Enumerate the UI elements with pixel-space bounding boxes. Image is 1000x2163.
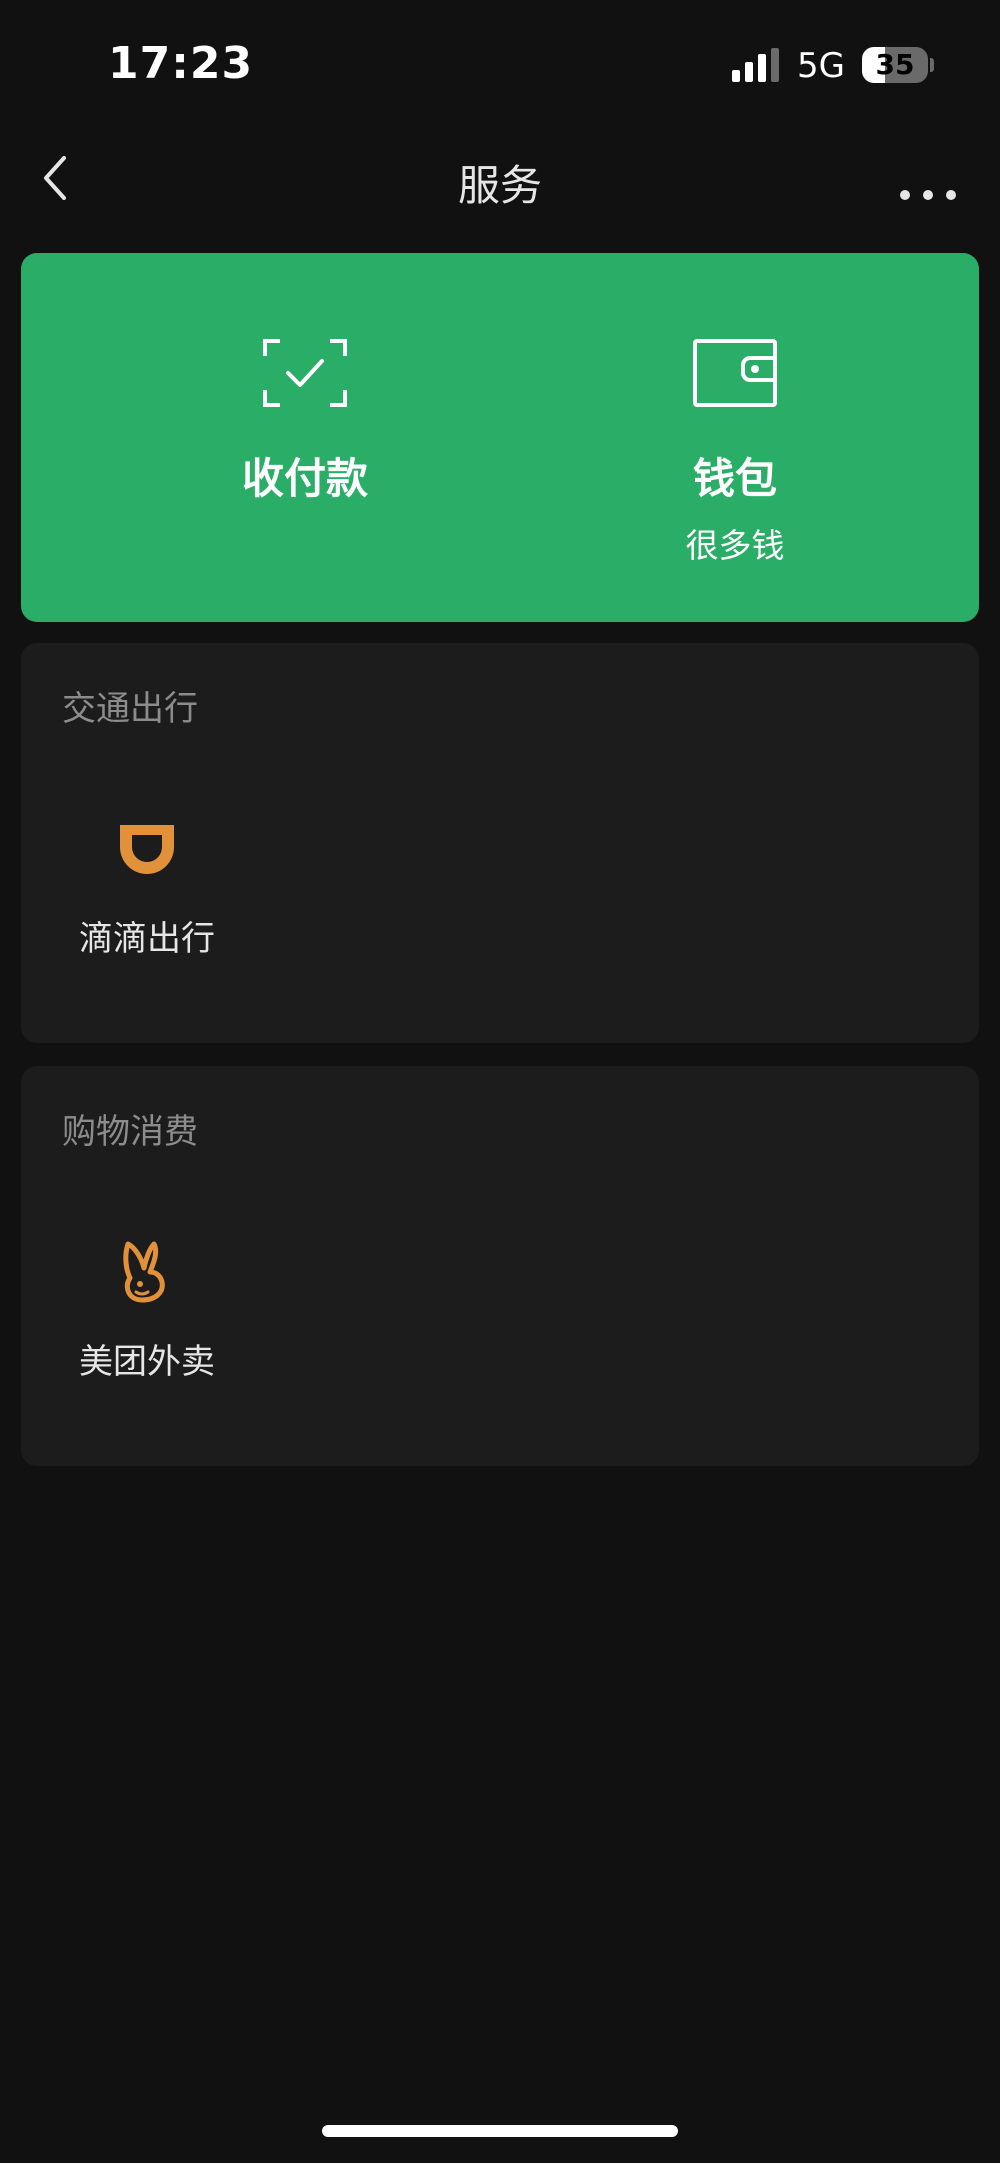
scan-check-icon bbox=[263, 339, 347, 407]
service-label: 滴滴出行 bbox=[79, 919, 215, 959]
page-title: 服务 bbox=[457, 161, 542, 210]
more-button[interactable] bbox=[895, 148, 961, 208]
back-button[interactable] bbox=[30, 148, 90, 208]
service-label: 美团外卖 bbox=[79, 1342, 215, 1382]
wallet-icon bbox=[693, 339, 777, 407]
home-indicator[interactable] bbox=[322, 2125, 678, 2137]
battery-percent: 35 bbox=[875, 48, 915, 81]
receive-payment-label: 收付款 bbox=[241, 454, 368, 503]
section-title: 购物消费 bbox=[62, 1112, 198, 1152]
service-meituan[interactable]: 美团外卖 bbox=[62, 1216, 232, 1406]
service-didi[interactable]: 滴滴出行 bbox=[62, 793, 232, 983]
signal-strength-icon bbox=[730, 48, 782, 84]
wallet-button[interactable]: 钱包 很多钱 bbox=[585, 253, 885, 622]
network-type: 5G bbox=[797, 46, 845, 86]
section-title: 交通出行 bbox=[62, 689, 198, 729]
nav-bar: 服务 bbox=[0, 130, 1000, 226]
more-dots-icon bbox=[900, 190, 956, 200]
chevron-left-icon bbox=[44, 156, 66, 200]
section-shopping: 购物消费 美团外卖 bbox=[21, 1066, 979, 1466]
didi-icon bbox=[120, 825, 174, 874]
battery-icon: 35 bbox=[862, 47, 928, 83]
wallet-balance: 很多钱 bbox=[685, 526, 785, 565]
section-transport: 交通出行 滴滴出行 bbox=[21, 643, 979, 1043]
receive-payment-button[interactable]: 收付款 bbox=[155, 253, 455, 622]
wallet-label: 钱包 bbox=[692, 454, 777, 503]
status-time: 17:23 bbox=[108, 38, 254, 89]
pay-card: 收付款 钱包 很多钱 bbox=[21, 253, 979, 622]
battery-tip bbox=[930, 58, 934, 72]
meituan-rabbit-icon bbox=[123, 1241, 165, 1303]
status-bar: 17:23 5G 35 bbox=[0, 0, 1000, 130]
